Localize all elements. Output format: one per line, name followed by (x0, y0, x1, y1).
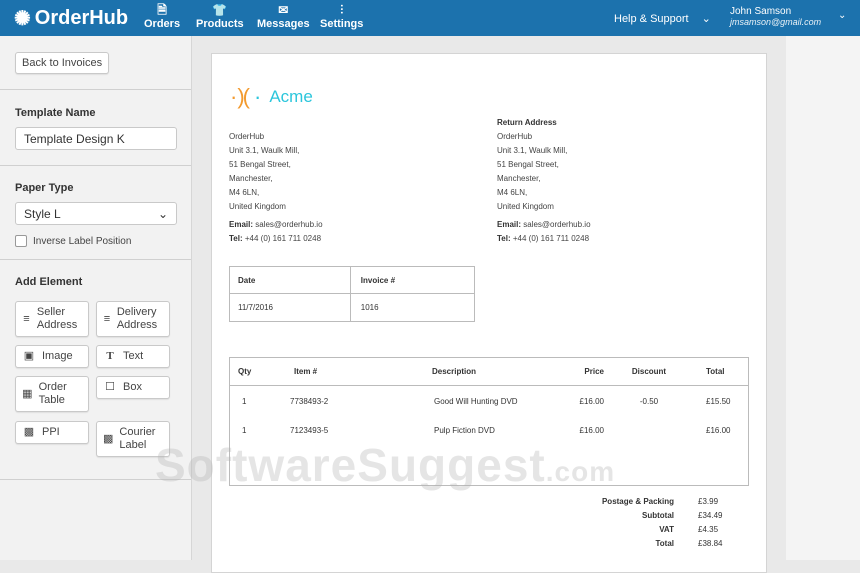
chevron-down-icon: ⌄ (701, 13, 711, 25)
inverse-label-text: Inverse Label Position (33, 235, 132, 247)
document-icon: 🗎 (157, 3, 167, 17)
nav-products[interactable]: 👕 Products (196, 3, 244, 30)
back-to-invoices-button[interactable]: Back to Invoices (15, 52, 110, 74)
totals-block[interactable]: Postage & Packing £3.99 Subtotal £34.49 VA… (592, 495, 723, 551)
add-image-button[interactable]: ▣ Image (15, 345, 89, 368)
template-name-label: Template Name (15, 107, 96, 119)
invoice-canvas: ·)(· Acme OrderHub Unit 3.1, Waulk Mill, 5… (211, 53, 767, 573)
orderhub-logo[interactable]: ✺ OrderHub (14, 6, 128, 31)
nav-settings[interactable]: ⫶ Settings (320, 3, 363, 30)
courier-label-icon: ▩ (103, 432, 114, 445)
paper-type-select[interactable]: Style L ⌄ (15, 202, 177, 225)
envelope-icon: ✉ (278, 3, 289, 17)
sliders-icon: ⫶ (340, 3, 344, 17)
watermark: SoftwareSuggest.com (155, 439, 616, 491)
return-address-block[interactable]: Return Address OrderHub Unit 3.1, Waulk M… (497, 116, 591, 246)
nav-messages[interactable]: ✉ Messages (257, 3, 310, 30)
acme-logo: ·)(· Acme (230, 84, 313, 109)
add-order-table-button[interactable]: ▦ Order Table (15, 376, 89, 412)
inverse-label-checkbox[interactable] (15, 235, 27, 247)
box-icon: ☐ (105, 381, 115, 393)
chevron-down-icon: ⌄ (157, 207, 168, 221)
add-element-label: Add Element (15, 276, 83, 288)
invoice-meta-table[interactable]: Date Invoice # 11/7/2016 1016 (229, 266, 476, 322)
image-icon: ▣ (23, 350, 35, 362)
add-ppi-button[interactable]: ▩ PPI (15, 421, 89, 444)
add-seller-address-button[interactable]: ≡ Seller Address (15, 301, 89, 337)
grid-icon: ▦ (22, 387, 33, 400)
text-lines-icon: ≡ (23, 312, 30, 325)
ppi-icon: ▩ (23, 426, 35, 438)
seller-address-block[interactable]: OrderHub Unit 3.1, Waulk Mill, 51 Bengal S… (229, 130, 323, 246)
add-box-button[interactable]: ☐ Box (96, 376, 170, 399)
add-text-button[interactable]: T Text (96, 345, 170, 368)
right-panel (786, 36, 860, 560)
nav-orders[interactable]: 🗎 Orders (144, 3, 180, 30)
user-menu[interactable]: John Samson jmsamson@gmail.com ⌄ (730, 6, 846, 27)
table-row: 1 7738493-2 Good Will Hunting DVD £16.00 -0.… (242, 396, 731, 406)
tshirt-icon: 👕 (212, 3, 228, 17)
text-t-icon: T (106, 350, 114, 362)
top-nav-bar: ✺ OrderHub 🗎 Orders 👕 Products ✉ Messages ⫶ S… (0, 0, 860, 36)
add-delivery-address-button[interactable]: ≡ Delivery Address (96, 301, 170, 337)
help-support-menu[interactable]: Help & Support ⌄ (614, 12, 711, 25)
chevron-down-icon: ⌄ (838, 10, 847, 21)
text-lines-icon: ≡ (103, 312, 111, 325)
template-name-input[interactable]: Template Design K (15, 127, 177, 150)
hub-icon: ✺ (14, 8, 31, 30)
paper-type-label: Paper Type (15, 182, 74, 194)
